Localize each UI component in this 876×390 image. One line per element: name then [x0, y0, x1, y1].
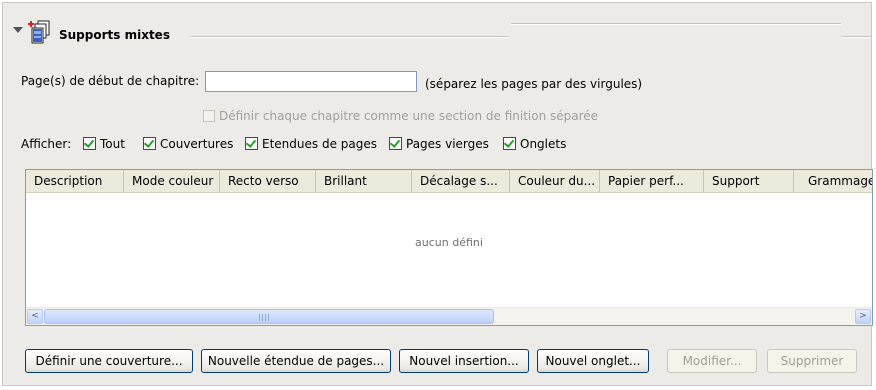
chapter-start-input[interactable]	[205, 71, 417, 92]
filter-covers-checkbox[interactable]	[143, 137, 156, 150]
define-cover-button[interactable]: Définir une couverture...	[25, 349, 193, 373]
grip-icon	[259, 314, 269, 321]
scroll-right-arrow-icon: >	[859, 311, 867, 321]
mixed-media-pages-icon	[28, 20, 50, 44]
scroll-left-button[interactable]: <	[27, 309, 43, 324]
filter-page-ranges-checkbox[interactable]	[245, 137, 258, 150]
scroll-left-arrow-icon: <	[31, 311, 39, 321]
column-header-color[interactable]: Couleur du...	[510, 170, 600, 192]
chapter-start-label: Page(s) de début de chapitre:	[21, 74, 200, 88]
delete-button[interactable]: Supprimer	[767, 349, 857, 373]
filter-page-ranges-label: Etendues de pages	[262, 137, 377, 151]
checkmark-icon	[83, 137, 95, 148]
column-header-description[interactable]: Description	[26, 170, 124, 192]
finishing-section-label: Définir chaque chapitre comme une sectio…	[219, 109, 599, 123]
column-header-color-mode[interactable]: Mode couleur	[124, 170, 220, 192]
empty-table-message: aucun défini	[415, 236, 483, 249]
scroll-thumb[interactable]	[44, 309, 494, 324]
filter-all-checkbox[interactable]	[83, 137, 96, 150]
chapter-start-hint: (séparez les pages par des virgules)	[425, 77, 643, 91]
header-divider-top	[511, 23, 841, 25]
new-insertion-button[interactable]: Nouvel insertion...	[399, 349, 529, 373]
checkmark-icon	[245, 137, 257, 148]
column-header-glossy[interactable]: Brillant	[316, 170, 412, 192]
horizontal-scrollbar[interactable]: < >	[26, 307, 872, 325]
column-header-media[interactable]: Support	[704, 170, 794, 192]
table-header: Description Mode couleur Recto verso Bri…	[26, 170, 872, 193]
filter-covers-label: Couvertures	[160, 137, 234, 151]
header-divider-right	[841, 36, 871, 38]
checkmark-icon	[143, 137, 155, 148]
filter-all-label: Tout	[100, 137, 125, 151]
filter-blank-pages-label: Pages vierges	[406, 137, 489, 151]
column-header-punched-paper[interactable]: Papier perf...	[600, 170, 704, 192]
finishing-section-checkbox[interactable]	[203, 110, 215, 122]
header-divider-left	[191, 36, 509, 38]
show-filter-label: Afficher:	[21, 137, 72, 151]
new-tab-button[interactable]: Nouvel onglet...	[537, 349, 649, 373]
checkmark-icon	[503, 137, 515, 148]
section-title: Supports mixtes	[59, 28, 170, 42]
filter-tabs-checkbox[interactable]	[503, 137, 516, 150]
collapse-triangle-icon[interactable]	[13, 27, 23, 33]
column-header-weight[interactable]: Grammage.	[794, 170, 872, 192]
scroll-right-button[interactable]: >	[855, 309, 871, 324]
new-page-range-button[interactable]: Nouvelle étendue de pages...	[201, 349, 391, 373]
filter-blank-pages-checkbox[interactable]	[389, 137, 402, 150]
filter-tabs-label: Onglets	[520, 137, 567, 151]
mixed-media-panel: Supports mixtes Page(s) de début de chap…	[2, 2, 873, 386]
column-header-offset[interactable]: Décalage s...	[412, 170, 510, 192]
media-table: Description Mode couleur Recto verso Bri…	[25, 169, 873, 326]
column-header-duplex[interactable]: Recto verso	[220, 170, 316, 192]
checkmark-icon	[389, 137, 401, 148]
modify-button[interactable]: Modifier...	[667, 349, 757, 373]
